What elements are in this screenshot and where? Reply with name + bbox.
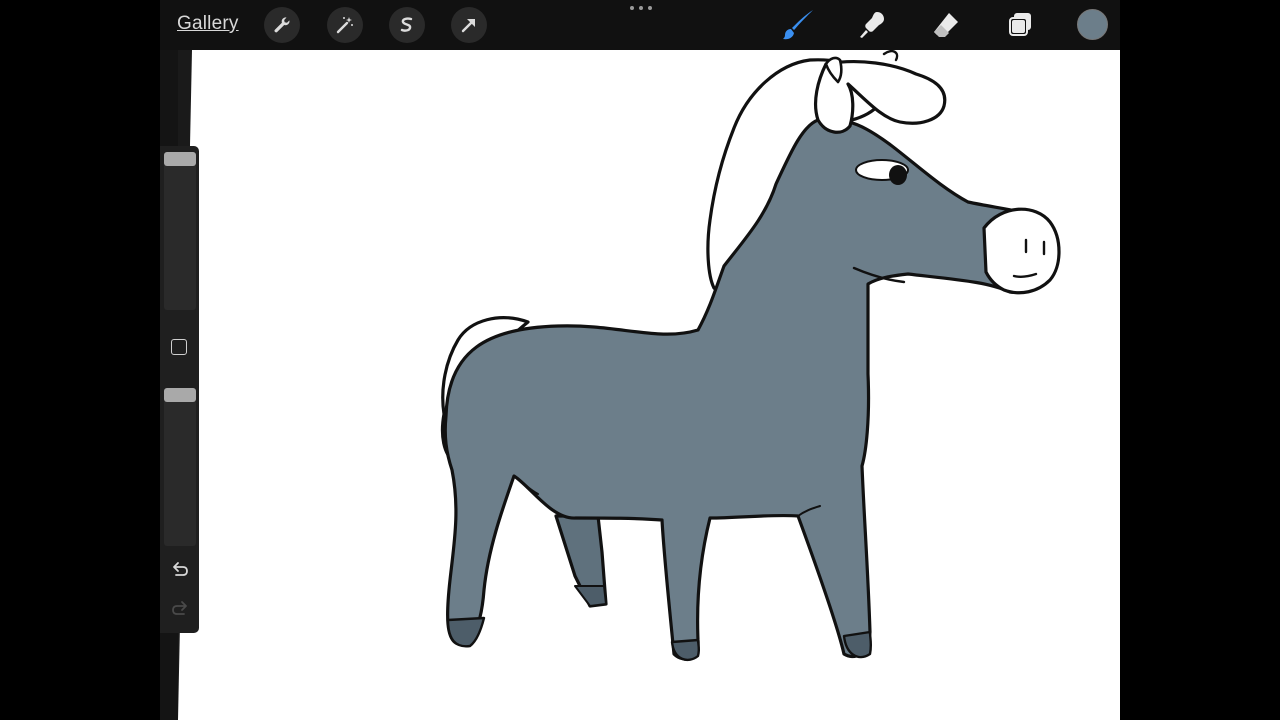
redo-icon[interactable] [169, 598, 191, 620]
modify-button-square-icon[interactable] [171, 339, 187, 355]
brush-size-slider[interactable] [164, 152, 196, 310]
brush-icon [783, 10, 813, 40]
selection-s-icon [400, 17, 413, 32]
horse-hoof-front-left [446, 616, 486, 648]
opacity-slider[interactable] [164, 388, 196, 546]
layers-icon [1009, 13, 1031, 36]
color-picker-button[interactable] [1077, 9, 1108, 40]
magic-wand-icon [336, 17, 353, 34]
horse-back-hoof [574, 585, 607, 607]
drawing-canvas[interactable] [178, 50, 1120, 720]
wrench-icon [274, 17, 290, 33]
horse-muzzle [982, 207, 1061, 295]
canvas-area [178, 50, 1120, 720]
gallery-button[interactable]: Gallery [177, 13, 239, 35]
brush-tool-button[interactable] [781, 8, 815, 42]
brush-size-handle[interactable] [164, 152, 196, 166]
eraser-icon [934, 13, 958, 37]
smudge-tool-button[interactable] [855, 8, 889, 42]
arrow-cursor-icon [461, 19, 475, 33]
opacity-handle[interactable] [164, 388, 196, 402]
transform-button[interactable] [451, 7, 487, 43]
adjustments-button[interactable] [327, 7, 363, 43]
smudge-icon [860, 12, 884, 38]
layers-button[interactable] [1003, 8, 1037, 42]
horse-eye-pupil [889, 165, 907, 185]
ellipsis-icon[interactable] [630, 3, 652, 13]
eraser-tool-button[interactable] [929, 8, 963, 42]
left-sidebar [160, 146, 199, 633]
selection-button[interactable] [389, 7, 425, 43]
procreate-app: Gallery [160, 0, 1120, 720]
top-toolbar: Gallery [160, 0, 1120, 50]
undo-icon[interactable] [169, 559, 191, 581]
actions-button[interactable] [264, 7, 300, 43]
horse-drawing [440, 50, 1061, 662]
